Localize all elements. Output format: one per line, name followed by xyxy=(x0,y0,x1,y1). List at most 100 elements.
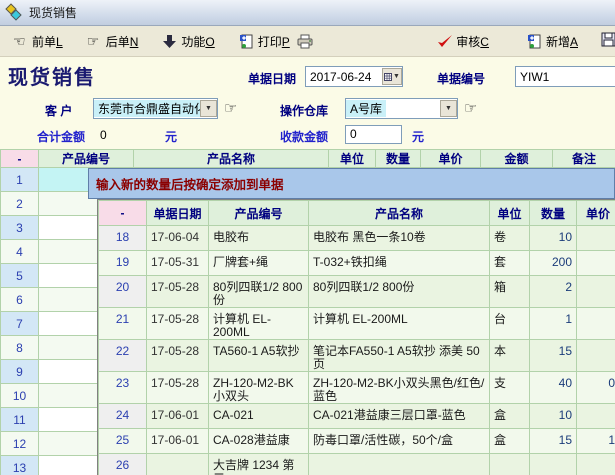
popup-no-cell[interactable]: 21 xyxy=(99,308,147,340)
popup-code-cell[interactable]: 计算机 EL-200ML xyxy=(209,308,309,340)
popup-price-cell[interactable]: 1 xyxy=(577,429,615,454)
popup-name-cell[interactable]: 笔记本FA550-1 A5软抄 添美 50页 xyxy=(309,340,490,372)
popup-no-cell[interactable]: 22 xyxy=(99,340,147,372)
row-number-cell[interactable]: 9 xyxy=(1,360,39,384)
doc-no-field[interactable]: YIW1 xyxy=(515,66,615,87)
popup-unit-cell[interactable]: 套 xyxy=(490,251,530,276)
popup-no-cell[interactable]: 20 xyxy=(99,276,147,308)
popup-date-cell[interactable]: 17-05-28 xyxy=(147,340,209,372)
popup-code-cell[interactable]: TA560-1 A5软抄 xyxy=(209,340,309,372)
popup-price-cell[interactable] xyxy=(577,340,615,372)
print-button[interactable]: 打印P xyxy=(234,30,295,53)
popup-date-cell[interactable]: 17-05-28 xyxy=(147,308,209,340)
customer-dropdown-arrow[interactable]: ▼ xyxy=(200,100,217,117)
row-number-cell[interactable]: 13 xyxy=(1,456,39,475)
popup-code-cell[interactable]: 80列四联1/2 800份 xyxy=(209,276,309,308)
popup-unit-cell[interactable]: 支 xyxy=(490,372,530,404)
product-history-row[interactable]: 2217-05-28TA560-1 A5软抄笔记本FA550-1 A5软抄 添美… xyxy=(99,340,615,372)
popup-no-cell[interactable]: 18 xyxy=(99,226,147,251)
doc-date-picker[interactable]: 2017-06-24 ▼ xyxy=(305,66,403,87)
popup-qty-cell[interactable]: 2 xyxy=(530,276,577,308)
row-number-cell[interactable]: 6 xyxy=(1,288,39,312)
warehouse-dropdown-arrow[interactable]: ▼ xyxy=(440,100,457,117)
customer-combobox[interactable]: 东莞市合鼎盛自动化设 ▼ xyxy=(93,98,218,119)
calendar-dropdown-button[interactable]: ▼ xyxy=(382,68,402,85)
popup-price-cell[interactable]: 0 xyxy=(577,372,615,404)
popup-no-cell[interactable]: 24 xyxy=(99,404,147,429)
next-doc-button[interactable]: ☞ 后单N xyxy=(82,30,144,53)
popup-no-cell[interactable]: 25 xyxy=(99,429,147,454)
popup-name-cell[interactable]: ZH-120-M2-BK小双头黑色/红色/蓝色 xyxy=(309,372,490,404)
add-new-button[interactable]: 新增A xyxy=(522,30,583,53)
popup-date-cell[interactable]: 17-06-01 xyxy=(147,404,209,429)
popup-code-cell[interactable]: 厂牌套+绳 xyxy=(209,251,309,276)
warehouse-combobox[interactable]: A号库 ▼ xyxy=(345,98,458,119)
popup-code-cell[interactable]: ZH-120-M2-BK小双头 xyxy=(209,372,309,404)
popup-name-cell[interactable]: T-032+铁扣绳 xyxy=(309,251,490,276)
product-history-row[interactable]: 1817-06-04电胶布电胶布 黑色一条10卷卷10 xyxy=(99,226,615,251)
product-history-row[interactable]: 2417-06-01CA-021CA-021港益康三层口罩-蓝色盒10 xyxy=(99,404,615,429)
popup-unit-cell[interactable]: 盒 xyxy=(490,429,530,454)
audit-button[interactable]: 审核C xyxy=(432,30,494,53)
popup-date-cell[interactable]: 17-05-31 xyxy=(147,251,209,276)
row-number-cell[interactable]: 8 xyxy=(1,336,39,360)
printer-button[interactable] xyxy=(295,31,317,52)
product-history-row[interactable]: 2517-06-01CA-028港益康防毒口罩/活性碳，50个/盒盒151 xyxy=(99,429,615,454)
popup-qty-cell[interactable]: 200 xyxy=(530,251,577,276)
popup-qty-cell[interactable]: 15 xyxy=(530,340,577,372)
product-history-row[interactable]: 2117-05-28计算机 EL-200ML计算机 EL-200ML台1 xyxy=(99,308,615,340)
warehouse-lookup-icon[interactable]: ☞ xyxy=(464,98,477,119)
product-history-row[interactable]: 2017-05-2880列四联1/2 800份80列四联1/2 800份箱2 xyxy=(99,276,615,308)
popup-no-cell[interactable]: 23 xyxy=(99,372,147,404)
popup-name-cell[interactable]: 80列四联1/2 800份 xyxy=(309,276,490,308)
row-number-cell[interactable]: 11 xyxy=(1,408,39,432)
receipt-amount-input[interactable]: 0 xyxy=(345,125,402,144)
popup-price-cell[interactable] xyxy=(577,226,615,251)
popup-no-cell[interactable]: 26 xyxy=(99,454,147,475)
popup-code-cell[interactable]: 电胶布 xyxy=(209,226,309,251)
popup-name-cell[interactable]: CA-021港益康三层口罩-蓝色 xyxy=(309,404,490,429)
popup-name-cell[interactable]: 电胶布 黑色一条10卷 xyxy=(309,226,490,251)
popup-no-cell[interactable]: 19 xyxy=(99,251,147,276)
row-number-cell[interactable]: 2 xyxy=(1,192,39,216)
popup-price-cell[interactable] xyxy=(577,308,615,340)
popup-name-cell[interactable]: 防毒口罩/活性碳，50个/盒 xyxy=(309,429,490,454)
popup-unit-cell[interactable]: 盒 xyxy=(490,404,530,429)
popup-code-cell[interactable]: CA-028港益康 xyxy=(209,429,309,454)
popup-qty-cell[interactable]: 15 xyxy=(530,429,577,454)
functions-button[interactable]: 功能O xyxy=(157,30,219,53)
popup-price-cell[interactable] xyxy=(577,276,615,308)
popup-qty-cell[interactable]: 10 xyxy=(530,404,577,429)
popup-price-cell[interactable] xyxy=(577,404,615,429)
popup-date-cell[interactable]: 17-05-28 xyxy=(147,372,209,404)
popup-unit-cell[interactable]: 本 xyxy=(490,340,530,372)
popup-qty-cell[interactable]: 10 xyxy=(530,226,577,251)
popup-code-cell[interactable]: 大吉牌 1234 第二 xyxy=(209,454,309,475)
row-number-cell[interactable]: 1 xyxy=(1,168,39,192)
row-number-cell[interactable]: 7 xyxy=(1,312,39,336)
prev-doc-button[interactable]: ☜ 前单L xyxy=(8,30,68,53)
row-number-cell[interactable]: 10 xyxy=(1,384,39,408)
popup-name-cell[interactable]: 计算机 EL-200ML xyxy=(309,308,490,340)
popup-qty-cell[interactable]: 40 xyxy=(530,372,577,404)
popup-qty-cell[interactable] xyxy=(530,454,577,475)
popup-date-cell[interactable]: 17-05-28 xyxy=(147,276,209,308)
popup-unit-cell[interactable]: 台 xyxy=(490,308,530,340)
popup-date-cell[interactable] xyxy=(147,454,209,475)
popup-name-cell[interactable] xyxy=(309,454,490,475)
popup-unit-cell[interactable] xyxy=(490,454,530,475)
row-number-cell[interactable]: 5 xyxy=(1,264,39,288)
product-history-row[interactable]: 1917-05-31厂牌套+绳T-032+铁扣绳套200 xyxy=(99,251,615,276)
popup-date-cell[interactable]: 17-06-01 xyxy=(147,429,209,454)
popup-qty-cell[interactable]: 1 xyxy=(530,308,577,340)
popup-code-cell[interactable]: CA-021 xyxy=(209,404,309,429)
popup-price-cell[interactable] xyxy=(577,454,615,475)
product-history-row[interactable]: 26 大吉牌 1234 第二 xyxy=(99,454,615,475)
row-number-cell[interactable]: 12 xyxy=(1,432,39,456)
product-history-row[interactable]: 2317-05-28ZH-120-M2-BK小双头ZH-120-M2-BK小双头… xyxy=(99,372,615,404)
row-number-cell[interactable]: 4 xyxy=(1,240,39,264)
popup-date-cell[interactable]: 17-06-04 xyxy=(147,226,209,251)
popup-unit-cell[interactable]: 卷 xyxy=(490,226,530,251)
save-button[interactable] xyxy=(601,32,615,50)
popup-price-cell[interactable] xyxy=(577,251,615,276)
